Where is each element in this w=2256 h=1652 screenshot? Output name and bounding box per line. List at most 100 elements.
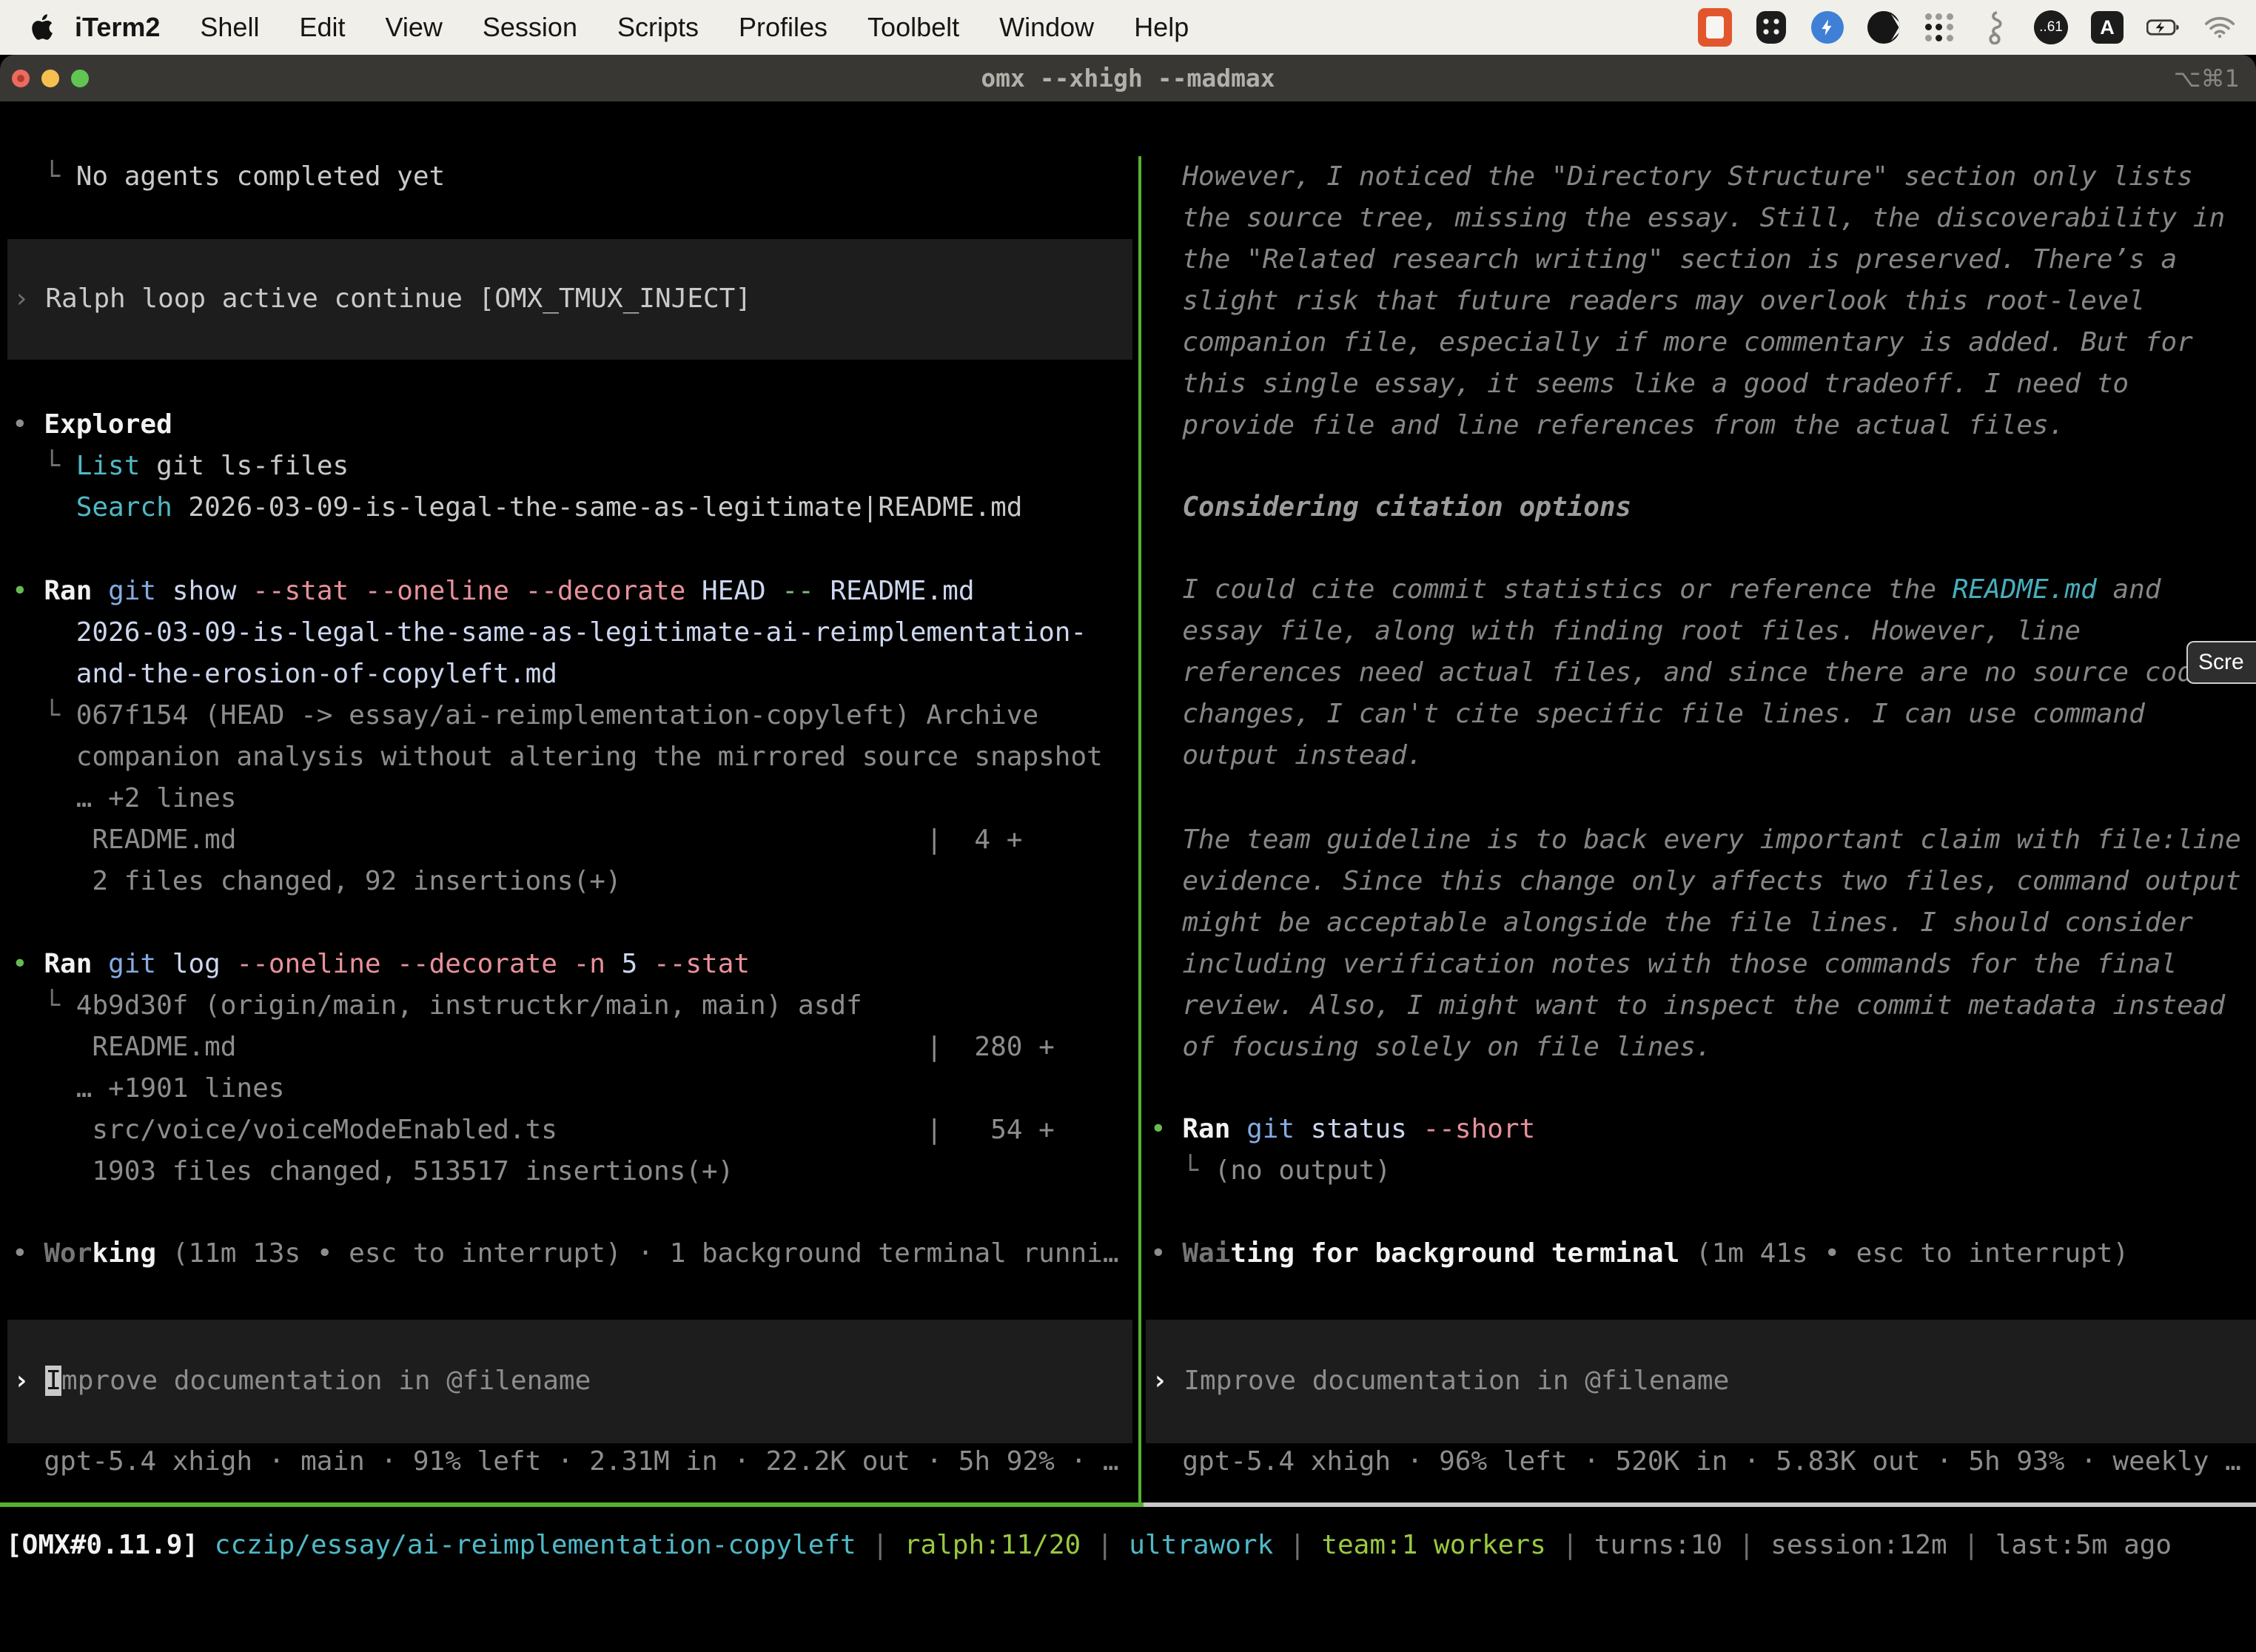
menu-status-icons: ..61 A bbox=[1698, 10, 2237, 44]
reasoning-paragraph-3: The team guideline is to back every impo… bbox=[1150, 819, 2256, 1068]
omx-status-line: [OMX#0.11.9] cczip/essay/ai-reimplementa… bbox=[6, 1525, 2172, 1566]
no-agents-line: └ No agents completed yet bbox=[12, 156, 1135, 198]
terminal-line: › Improve documentation in @filename bbox=[1152, 1360, 2256, 1402]
menu-item-shell[interactable]: Shell bbox=[180, 12, 279, 42]
git-show-block: • Ran git show --stat --oneline --decora… bbox=[12, 571, 1135, 902]
minimize-button[interactable] bbox=[41, 70, 59, 87]
inject-banner: › Ralph loop active continue [OMX_TMUX_I… bbox=[7, 239, 1132, 360]
prompt-input[interactable]: › Improve documentation in @filename bbox=[1146, 1320, 2256, 1443]
nova-badge-icon[interactable] bbox=[1810, 10, 1844, 44]
terminal-line: README.md | 280 + bbox=[12, 1027, 1135, 1068]
terminal-line: • Ran git show --stat --oneline --decora… bbox=[12, 571, 1135, 612]
terminal-line: └ 4b9d30f (origin/main, instructkr/main,… bbox=[12, 985, 1135, 1027]
traffic-lights bbox=[12, 55, 89, 101]
menu-item-edit[interactable]: Edit bbox=[279, 12, 365, 42]
model-status-line: gpt-5.4 xhigh · 96% left · 520K in · 5.8… bbox=[1150, 1441, 2256, 1483]
reasoning-paragraph-1: However, I noticed the "Directory Struct… bbox=[1150, 156, 2256, 446]
git-log-block: • Ran git log --oneline --decorate -n 5 … bbox=[12, 944, 1135, 1192]
terminal-line: including verification notes with those … bbox=[1150, 944, 2256, 985]
window-title: omx --xhigh --madmax bbox=[981, 64, 1275, 93]
terminal-line: and-the-erosion-of-copyleft.md bbox=[12, 654, 1135, 695]
terminal-line: Search 2026-03-09-is-legal-the-same-as-l… bbox=[12, 487, 1135, 528]
terminal-line: 2 files changed, 92 insertions(+) bbox=[12, 861, 1135, 902]
terminal-line: › Ralph loop active continue [OMX_TMUX_I… bbox=[13, 278, 1132, 320]
wifi-icon[interactable] bbox=[2203, 10, 2237, 44]
terminal-content: └ No agents completed yet › Ralph loop a… bbox=[0, 101, 2256, 1652]
terminal-line: • Waiting for background terminal (1m 41… bbox=[1150, 1233, 2256, 1275]
terminal-line: might be acceptable alongside the file l… bbox=[1150, 902, 2256, 944]
pane-divider-vertical[interactable] bbox=[1138, 156, 1141, 1504]
close-button[interactable] bbox=[12, 70, 30, 87]
keyboard-maestro-icon[interactable] bbox=[1867, 10, 1901, 44]
terminal-line: … +1901 lines bbox=[12, 1068, 1135, 1109]
terminal-line: └ No agents completed yet bbox=[12, 156, 1135, 198]
terminal-line: the source tree, missing the essay. Stil… bbox=[1150, 198, 2256, 239]
left-pane[interactable]: └ No agents completed yet › Ralph loop a… bbox=[0, 156, 1138, 1504]
terminal-line: gpt-5.4 xhigh · main · 91% left · 2.31M … bbox=[12, 1441, 1135, 1483]
terminal-line: └ List git ls-files bbox=[12, 446, 1135, 487]
waiting-status-line: • Waiting for background terminal (1m 41… bbox=[1150, 1233, 2256, 1275]
badge-61-label: ..61 bbox=[2034, 10, 2068, 44]
terminal-line: The team guideline is to back every impo… bbox=[1150, 819, 2256, 861]
terminal-line: 1903 files changed, 513517 insertions(+) bbox=[12, 1151, 1135, 1192]
terminal-line: src/voice/voiceModeEnabled.ts | 54 + bbox=[12, 1109, 1135, 1151]
reasoning-paragraph-2: I could cite commit statistics or refere… bbox=[1150, 569, 2256, 776]
terminal-line: output instead. bbox=[1150, 735, 2256, 776]
menu-item-view[interactable]: View bbox=[366, 12, 463, 42]
pane-border-bottom-right bbox=[1144, 1502, 2256, 1507]
reasoning-heading: Considering citation options bbox=[1150, 487, 2256, 528]
terminal-line: essay file, along with finding root file… bbox=[1150, 611, 2256, 652]
terminal-line: • Ran git log --oneline --decorate -n 5 … bbox=[12, 944, 1135, 985]
terminal-line: › Improve documentation in @filename bbox=[13, 1360, 1132, 1402]
terminal-line: companion analysis without altering the … bbox=[12, 736, 1135, 778]
terminal-line: companion file, especially if more comme… bbox=[1150, 322, 2256, 363]
prompt-input[interactable]: › Improve documentation in @filename bbox=[7, 1320, 1132, 1443]
terminal-line: evidence. Since this change only affects… bbox=[1150, 861, 2256, 902]
terminal-line: I could cite commit statistics or refere… bbox=[1150, 569, 2256, 611]
battery-icon[interactable] bbox=[2146, 10, 2181, 44]
terminal-line: slight risk that future readers may over… bbox=[1150, 281, 2256, 322]
terminal-line: • Ran git status --short bbox=[1150, 1109, 2256, 1150]
menu-item-iterm2[interactable]: iTerm2 bbox=[55, 12, 180, 42]
input-source-label: A bbox=[2091, 11, 2124, 44]
terminal-line: gpt-5.4 xhigh · 96% left · 520K in · 5.8… bbox=[1150, 1441, 2256, 1483]
iterm-window: omx --xhigh --madmax ⌥⌘1 └ No agents com… bbox=[0, 55, 2256, 1652]
pane-border-bottom-left bbox=[0, 1502, 1144, 1507]
terminal-line: the "Related research writing" section i… bbox=[1150, 239, 2256, 281]
terminal-line: README.md | 4 + bbox=[12, 819, 1135, 861]
terminal-line: └ (no output) bbox=[1150, 1150, 2256, 1192]
apple-menu-icon[interactable] bbox=[30, 13, 55, 42]
menu-item-toolbelt[interactable]: Toolbelt bbox=[847, 12, 979, 42]
terminal-line: 2026-03-09-is-legal-the-same-as-legitima… bbox=[12, 612, 1135, 654]
menu-item-scripts[interactable]: Scripts bbox=[597, 12, 719, 42]
terminal-line: • Explored bbox=[12, 404, 1135, 446]
model-status-line: gpt-5.4 xhigh · main · 91% left · 2.31M … bbox=[12, 1441, 1135, 1483]
screen-share-tooltip: Scre bbox=[2186, 641, 2256, 684]
terminal-line: review. Also, I might want to inspect th… bbox=[1150, 985, 2256, 1027]
menu-item-help[interactable]: Help bbox=[1114, 12, 1209, 42]
explored-block: • Explored └ List git ls-files Search 20… bbox=[12, 404, 1135, 528]
terminal-line: changes, I can't cite specific file line… bbox=[1150, 694, 2256, 735]
menu-item-window[interactable]: Window bbox=[979, 12, 1114, 42]
terminal-line: └ 067f154 (HEAD -> essay/ai-reimplementa… bbox=[12, 695, 1135, 736]
terminal-line: this single essay, it seems like a good … bbox=[1150, 363, 2256, 405]
menu-item-session[interactable]: Session bbox=[463, 12, 597, 42]
terminal-line: Considering citation options bbox=[1150, 487, 2256, 528]
terminal-line: of focusing solely on file lines. bbox=[1150, 1027, 2256, 1068]
input-source-icon[interactable]: A bbox=[2090, 10, 2124, 44]
terminal-line: However, I noticed the "Directory Struct… bbox=[1150, 156, 2256, 198]
window-titlebar[interactable]: omx --xhigh --madmax ⌥⌘1 bbox=[0, 55, 2256, 101]
terminal-line: [OMX#0.11.9] cczip/essay/ai-reimplementa… bbox=[6, 1525, 2172, 1566]
git-status-block: • Ran git status --short └ (no output) bbox=[1150, 1109, 2256, 1192]
shield-grid-icon[interactable] bbox=[1754, 10, 1788, 44]
hook-icon[interactable] bbox=[1978, 10, 2012, 44]
terminal-line: … +2 lines bbox=[12, 778, 1135, 819]
working-status-line: • Working (11m 13s • esc to interrupt) ·… bbox=[12, 1233, 1135, 1275]
zoom-button[interactable] bbox=[71, 70, 89, 87]
menu-item-profiles[interactable]: Profiles bbox=[719, 12, 847, 42]
terminal-line: provide file and line references from th… bbox=[1150, 405, 2256, 446]
screen-record-icon[interactable] bbox=[1698, 10, 1732, 44]
badge-61-icon[interactable]: ..61 bbox=[2034, 10, 2068, 44]
dots-grid-icon[interactable] bbox=[1923, 11, 1955, 44]
right-pane[interactable]: However, I noticed the "Directory Struct… bbox=[1144, 156, 2256, 1504]
